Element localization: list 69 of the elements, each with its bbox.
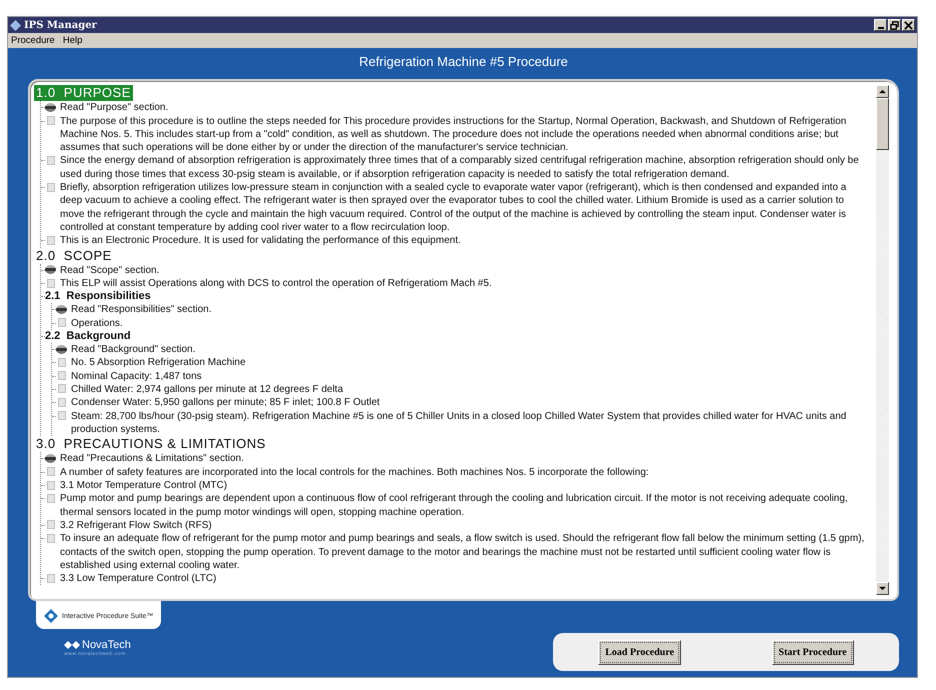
- step-text: Read "Purpose" section.: [60, 101, 170, 115]
- procedure-title: Refrigeration Machine #5 Procedure: [358, 53, 569, 71]
- step-text: Read "Scope" section.: [60, 264, 160, 278]
- diamonds-logo-icon: [64, 641, 80, 649]
- step-text: Pump motor and pump bearings are dependent upon a continuous flow of cool refrigerant through the cooling and lubrication circuit. If the motor is not receiving adequate cooling, thermal sensors located in the pump motor windings will open, stopping machine operation.: [60, 492, 849, 519]
- section-heading[interactable]: 2.0 SCOPE: [34, 248, 114, 264]
- scroll-thumb[interactable]: [876, 98, 889, 150]
- section-heading[interactable]: 3.0 PRECAUTIONS & LIMITATIONS: [34, 436, 268, 452]
- read-icon: [45, 102, 56, 112]
- menu-item[interactable]: Help: [62, 35, 82, 46]
- read-icon: [56, 344, 67, 354]
- step-text: Briefly, absorption refrigeration utilizes low-pressure steam in conjunction with a sealed cycle to evaporate water vapor (refrigerant), which is then condensed and expanded into a deep vacuum to achieve a cooling effect. The refrigerant water is then sprayed over the evaporator tubes to cool the chilled water. Lithium Bromide is used as a carrier solution to move the refrigerant through the cycle and maintain the high vacuum required. Control of the output of the machine is achieved by controlling the steam input. Condenser water is controlled at constant temperature by adding cool river water to a flow recirculation loop.: [60, 181, 848, 234]
- step-text: 3.1 Motor Temperature Control (MTC): [60, 479, 228, 492]
- step-text: Read "Precautions & Limitations" section.: [60, 452, 245, 466]
- checkbox[interactable]: [58, 398, 66, 407]
- checkbox[interactable]: [47, 467, 55, 476]
- step-text: No. 5 Absorption Refrigeration Machine: [71, 356, 247, 370]
- step-text: Read "Responsibilities" section.: [71, 303, 213, 317]
- checkbox[interactable]: [47, 182, 55, 192]
- checkbox[interactable]: [58, 371, 66, 380]
- checkbox[interactable]: [47, 156, 55, 165]
- app-icon: [10, 20, 21, 30]
- step-text: A number of safety features are incorporated into the local controls for the machines. Both machines Nos. 5 incorporate the following:: [60, 466, 650, 480]
- restore-icon: [890, 20, 899, 30]
- checkbox[interactable]: [47, 116, 55, 126]
- subsection-heading[interactable]: 2.2 Background: [45, 330, 868, 344]
- brand-logo: NovaTech: [82, 639, 131, 651]
- section-heading[interactable]: 1.0 PURPOSE: [34, 85, 133, 101]
- read-icon: [56, 304, 67, 314]
- step-text: To insure an adequate flow of refrigerant for the pump motor and pump bearings and seals, a flow switch is used. Should the refrigerant flow fall below the minimum setting (1.5 gpm), contacts of the switch open, stopping the pump operation. To prevent damage to the motor and bearings the machine must not be restarted until sufficient cooling water flow is established using external cooling water.: [60, 532, 866, 572]
- checkbox[interactable]: [47, 480, 55, 490]
- down-arrow-icon: [879, 586, 886, 591]
- scrollbar[interactable]: [876, 85, 889, 595]
- step-text: This ELP will assist Operations along with DCS to control the operation of Refrigeratiom Mach #5.: [60, 277, 493, 290]
- procedure-button[interactable]: Start Procedure: [772, 640, 854, 664]
- step-text: Condenser Water: 5,950 gallons per minute; 85 F inlet; 100.8 F Outlet: [71, 396, 381, 410]
- step-text: 3.3 Low Temperature Control (LTC): [60, 572, 218, 586]
- step-text: Chilled Water: 2,974 gallons per minute at 12 degrees F delta: [71, 382, 344, 396]
- up-arrow-icon: [879, 89, 886, 94]
- checkbox[interactable]: [47, 236, 55, 245]
- read-icon: [45, 454, 56, 463]
- step-text: Operations.: [71, 316, 124, 330]
- close-icon: [904, 20, 913, 30]
- window-title: IPS Manager: [24, 20, 97, 30]
- minimize-icon: [878, 26, 884, 28]
- checkbox[interactable]: [47, 278, 55, 288]
- checkbox[interactable]: [47, 494, 55, 503]
- checkbox[interactable]: [58, 318, 66, 328]
- step-text: Nominal Capacity: 1,487 tons: [71, 370, 203, 383]
- procedure-button[interactable]: Load Procedure: [598, 640, 682, 664]
- diamond-logo-icon: [44, 609, 58, 623]
- step-text: Since the energy demand of absorption refrigeration is approximately three times that of a comparably sized centrifugal refrigeration machine, absorption refrigeration should only be used during those times that excess 30-psig steam is available, or if absorption refrigeration capacity is needed to satisfy the total refrigeration demand.: [60, 154, 860, 182]
- menu-item[interactable]: Procedure: [11, 35, 55, 46]
- read-icon: [45, 265, 56, 274]
- checkbox[interactable]: [47, 574, 55, 583]
- step-text: Read "Background" section.: [71, 343, 196, 356]
- checkbox[interactable]: [47, 520, 55, 530]
- checkbox[interactable]: [58, 384, 66, 394]
- subsection-heading[interactable]: 2.1 Responsibilities: [45, 290, 868, 304]
- checkbox[interactable]: [47, 534, 55, 543]
- step-text: 3.2 Refrigerant Flow Switch (RFS): [60, 518, 213, 532]
- restore-button[interactable]: [888, 19, 901, 31]
- minimize-button[interactable]: [874, 19, 887, 31]
- step-text: The purpose of this procedure is to outline the steps needed for This procedure provides instructions for the Startup, Normal Operation, Backwash, and Shutdown of Refrigeration Machine Nos. 5. This includes start-up from a "cold" condition, as well as shutdown. The procedure does not include the operations needed when abnormal conditions arise; but assumes that such operations will be done either by or under the direction of the manufacturer's service technician.: [60, 114, 848, 154]
- step-text: Steam: 28,700 lbs/hour (30-psig steam). Refrigeration Machine #5 is one of 5 Chiller Units in a closed loop Chilled Water System that provides chilled water for HVAC units and production systems.: [71, 410, 848, 436]
- close-button[interactable]: [902, 19, 915, 31]
- checkbox[interactable]: [58, 411, 66, 420]
- step-text: This is an Electronic Procedure. It is used for validating the performance of this equipment.: [60, 234, 462, 248]
- checkbox[interactable]: [58, 358, 66, 367]
